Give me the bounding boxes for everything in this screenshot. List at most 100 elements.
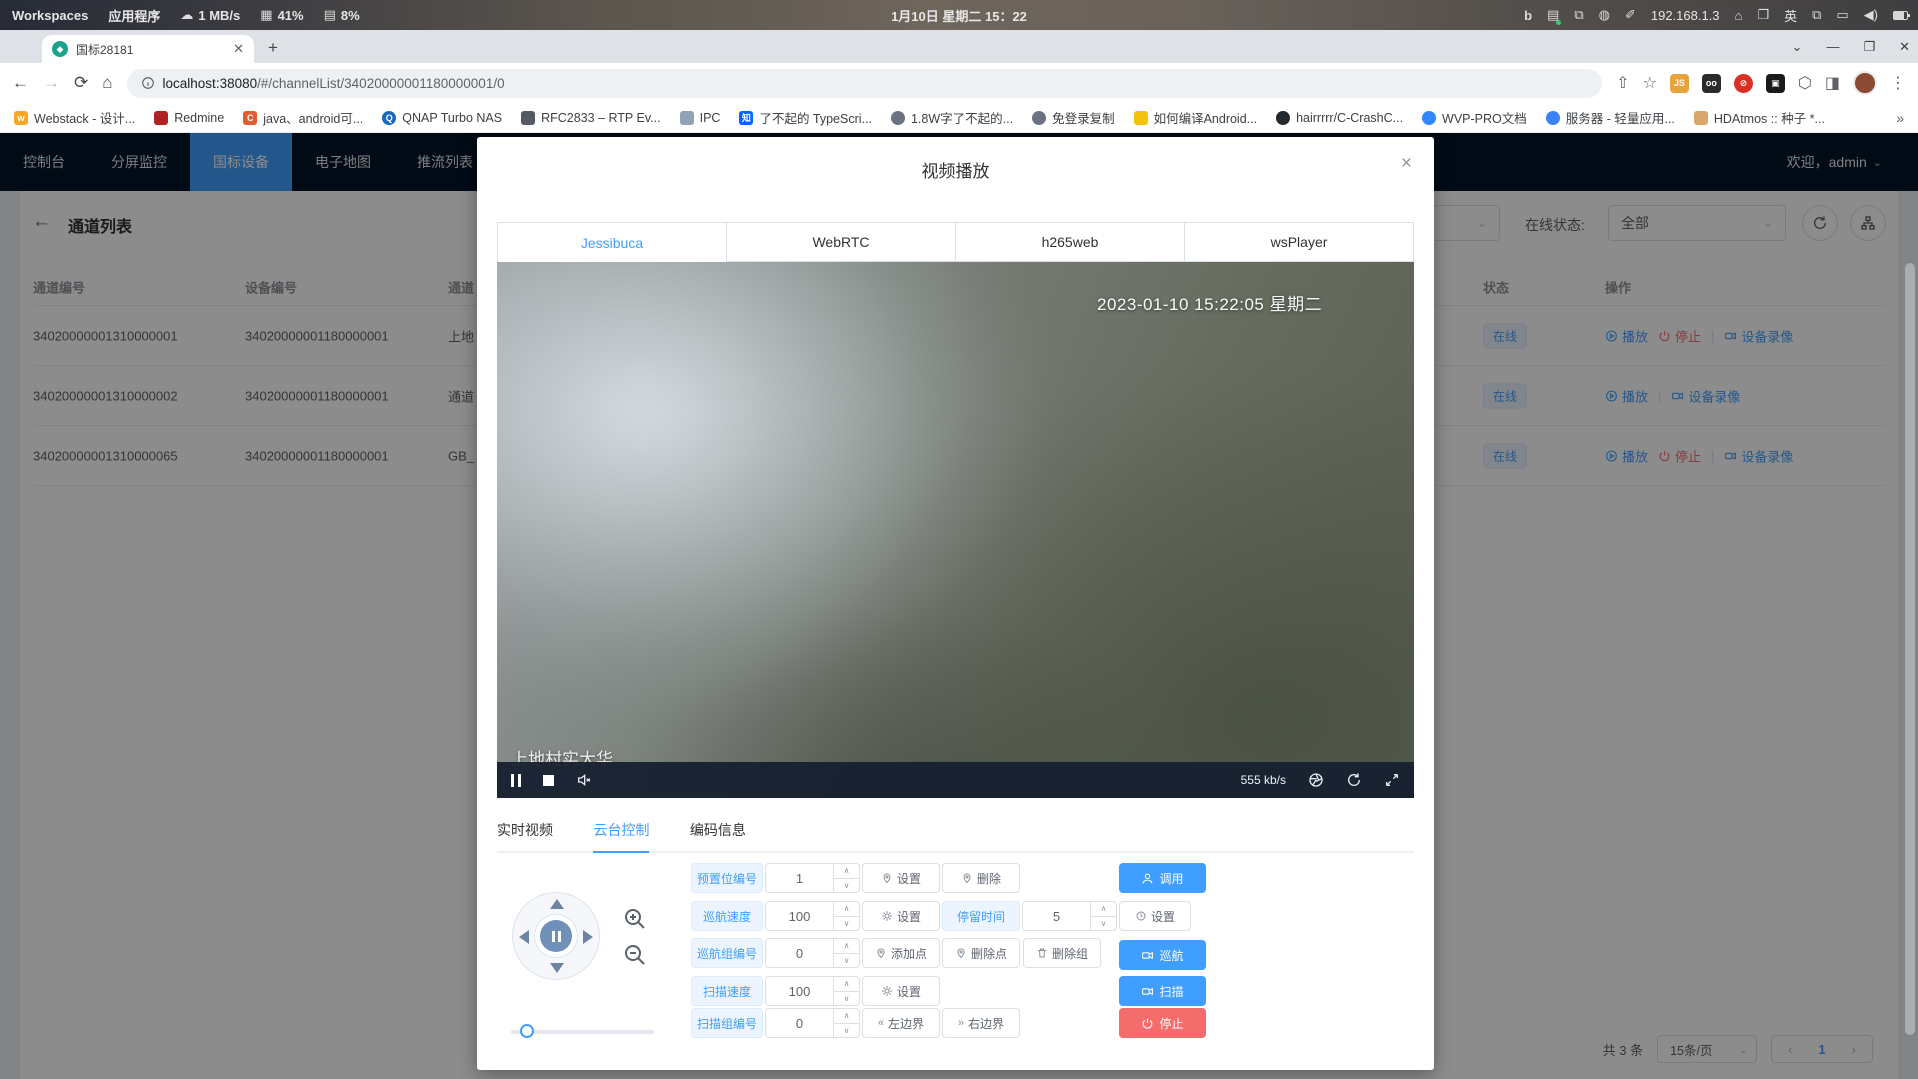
tab-wsplayer[interactable]: wsPlayer	[1185, 222, 1414, 262]
slider-thumb[interactable]	[520, 1024, 534, 1038]
cruise-group-input[interactable]: 0∧∨	[765, 938, 860, 968]
back-button[interactable]: ←	[12, 73, 29, 93]
step-down-icon[interactable]: ∨	[834, 991, 859, 1006]
number-stepper[interactable]: ∧∨	[833, 1009, 859, 1037]
preset-delete-button[interactable]: 删除	[942, 863, 1020, 893]
clipboard-tray-icon[interactable]: ⧉	[1574, 7, 1583, 23]
kebab-menu-icon[interactable]: ⋮	[1890, 73, 1906, 93]
ptz-center-pause-button[interactable]	[540, 920, 572, 952]
bing-tray-icon[interactable]: b	[1524, 8, 1532, 23]
applications-menu[interactable]: 应用程序	[108, 6, 160, 25]
reload-stream-icon[interactable]	[1346, 772, 1362, 788]
forward-button[interactable]: →	[43, 73, 60, 93]
pause-button[interactable]	[511, 774, 521, 787]
cruise-speed-input[interactable]: 100∧∨	[765, 901, 860, 931]
stay-time-set-button[interactable]: 设置	[1119, 901, 1191, 931]
volume-muted-icon[interactable]	[576, 772, 592, 788]
preset-set-button[interactable]: 设置	[862, 863, 940, 893]
extension-red-icon[interactable]: ⊘	[1734, 74, 1753, 93]
jar-tray-icon[interactable]: ◍	[1599, 7, 1610, 23]
tab-webrtc[interactable]: WebRTC	[727, 222, 956, 262]
browser-tab[interactable]: ◆ 国标28181 ✕	[42, 35, 254, 63]
number-stepper[interactable]: ∧∨	[1090, 902, 1116, 930]
bookmark-item[interactable]: Redmine	[154, 111, 224, 125]
extensions-puzzle-icon[interactable]: ⬡	[1798, 73, 1812, 93]
tool-tray-icon[interactable]: ✐	[1625, 7, 1636, 23]
scan-speed-input[interactable]: 100∧∨	[765, 976, 860, 1006]
zoom-in-button[interactable]	[623, 907, 647, 931]
right-boundary-button[interactable]: »右边界	[942, 1008, 1020, 1038]
new-tab-button[interactable]: +	[268, 38, 278, 58]
page-scrollbar[interactable]	[1905, 263, 1915, 1035]
volume-icon[interactable]: ◀)	[1864, 7, 1878, 23]
step-up-icon[interactable]: ∧	[834, 864, 859, 878]
share-icon[interactable]: ⇧	[1616, 73, 1629, 93]
number-stepper[interactable]: ∧∨	[833, 977, 859, 1005]
close-window-icon[interactable]: ✕	[1899, 39, 1910, 55]
side-panel-icon[interactable]: ◨	[1825, 73, 1840, 93]
window-switcher-icon[interactable]: ❐	[1757, 7, 1769, 23]
step-up-icon[interactable]: ∧	[834, 939, 859, 953]
bookmark-item[interactable]: 如何编译Android...	[1134, 108, 1258, 127]
ptz-up-arrow[interactable]	[550, 899, 564, 909]
home-button[interactable]: ⌂	[102, 73, 112, 93]
tab-ptz-control[interactable]: 云台控制	[593, 820, 649, 853]
preset-number-input[interactable]: 1∧∨	[765, 863, 860, 893]
bookmarks-overflow-chevron[interactable]: »	[1896, 110, 1918, 126]
ptz-direction-pad[interactable]	[512, 892, 600, 980]
bookmark-item[interactable]: HDAtmos :: 种子 *...	[1694, 108, 1825, 127]
site-info-icon[interactable]	[141, 76, 155, 90]
bookmark-item[interactable]: IPC	[680, 111, 721, 125]
bookmark-item[interactable]: RFC2833 – RTP Ev...	[521, 111, 661, 125]
home-tray-icon[interactable]: ⌂	[1735, 8, 1743, 23]
delete-point-button[interactable]: 删除点	[942, 938, 1020, 968]
bookmark-item[interactable]: wWebstack - 设计...	[14, 108, 135, 127]
bookmark-item[interactable]: 1.8W字了不起的...	[891, 108, 1013, 127]
cruise-speed-set-button[interactable]: 设置	[862, 901, 940, 931]
minimize-window-icon[interactable]: —	[1826, 39, 1839, 54]
dialog-close-icon[interactable]: ×	[1401, 153, 1412, 175]
left-boundary-button[interactable]: «左边界	[862, 1008, 940, 1038]
step-down-icon[interactable]: ∨	[834, 878, 859, 893]
address-bar[interactable]: localhost:38080/#/channelList/3402000000…	[127, 69, 1603, 98]
bookmark-item[interactable]: 免登录复制	[1032, 108, 1115, 127]
ptz-down-arrow[interactable]	[550, 963, 564, 973]
stop-ptz-button[interactable]: 停止	[1119, 1008, 1206, 1038]
number-stepper[interactable]: ∧∨	[833, 902, 859, 930]
snapshot-aperture-icon[interactable]	[1308, 772, 1324, 788]
number-stepper[interactable]: ∧∨	[833, 939, 859, 967]
stop-button[interactable]	[543, 775, 554, 786]
ptz-right-arrow[interactable]	[583, 930, 593, 944]
ip-address[interactable]: 192.168.1.3	[1651, 8, 1720, 23]
extension-oo-icon[interactable]: oo	[1702, 74, 1721, 93]
extension-dark-icon[interactable]: ▣	[1766, 74, 1785, 93]
bookmark-item[interactable]: WVP-PRO文档	[1422, 108, 1527, 127]
bookmark-item[interactable]: QQNAP Turbo NAS	[382, 111, 502, 125]
step-up-icon[interactable]: ∧	[834, 977, 859, 991]
add-point-button[interactable]: 添加点	[862, 938, 940, 968]
delete-group-button[interactable]: 删除组	[1023, 938, 1101, 968]
workspaces-button[interactable]: Workspaces	[12, 8, 88, 23]
ptz-speed-slider[interactable]	[511, 1030, 654, 1034]
number-stepper[interactable]: ∧∨	[833, 864, 859, 892]
step-down-icon[interactable]: ∨	[834, 1023, 859, 1038]
ptz-left-arrow[interactable]	[519, 930, 529, 944]
step-down-icon[interactable]: ∨	[1091, 916, 1116, 931]
tab-close-icon[interactable]: ✕	[233, 41, 244, 57]
profile-avatar[interactable]	[1853, 71, 1877, 95]
step-up-icon[interactable]: ∧	[834, 902, 859, 916]
maximize-window-icon[interactable]: ❐	[1863, 39, 1875, 55]
zoom-out-button[interactable]	[623, 943, 647, 967]
tab-jessibuca[interactable]: Jessibuca	[497, 222, 727, 262]
bookmark-item[interactable]: 服务器 - 轻量应用...	[1546, 108, 1675, 127]
tab-search-icon[interactable]: ⌄	[1792, 39, 1803, 55]
scan-speed-set-button[interactable]: 设置	[862, 976, 940, 1006]
notes-app-tray-icon[interactable]: ▤	[1547, 7, 1559, 23]
reload-button[interactable]: ⟳	[74, 73, 88, 93]
bookmark-item[interactable]: 知了不起的 TypeScri...	[739, 108, 872, 127]
extension-js-icon[interactable]: JS	[1670, 74, 1689, 93]
preset-call-button[interactable]: 调用	[1119, 863, 1206, 893]
video-player[interactable]: 2023-01-10 15:22:05 星期二 上地村实大华 555 kb/s	[497, 262, 1414, 798]
clock[interactable]: 1月10日 星期二 15：22	[891, 6, 1027, 25]
tab-live-video[interactable]: 实时视频	[497, 820, 553, 851]
